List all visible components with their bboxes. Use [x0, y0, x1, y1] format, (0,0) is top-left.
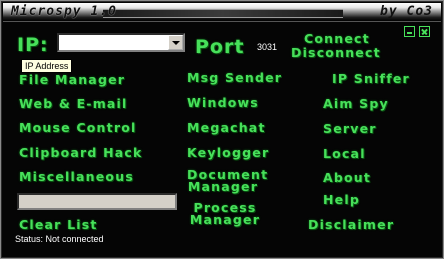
ip-sniffer-button[interactable]: IP Sniffer: [332, 72, 410, 85]
process-manager-line2: Manager: [189, 212, 261, 227]
text-input-box[interactable]: [17, 193, 177, 210]
port-value[interactable]: 3031: [257, 42, 277, 52]
server-button[interactable]: Server: [323, 122, 377, 135]
megachat-button[interactable]: Megachat: [187, 121, 266, 134]
app-title: Microspy 1.0: [11, 4, 117, 19]
ip-address-combobox[interactable]: [57, 33, 185, 52]
title-bar[interactable]: Microspy 1.0 by Co3: [3, 3, 441, 22]
clipboard-hack-button[interactable]: Clipboard Hack: [19, 146, 143, 159]
title-bar-stripe: [103, 9, 343, 18]
keylogger-button[interactable]: Keylogger: [187, 146, 269, 159]
status-text: Status: Not connected: [15, 234, 104, 244]
minimize-icon[interactable]: [404, 26, 415, 37]
port-label: Port: [195, 36, 245, 58]
help-button[interactable]: Help: [323, 193, 360, 206]
ip-address-tooltip: IP Address: [21, 59, 73, 73]
clear-list-button[interactable]: Clear List: [19, 218, 98, 231]
disclaimer-button[interactable]: Disclaimer: [308, 218, 394, 231]
about-button[interactable]: About: [323, 171, 371, 184]
document-manager-line2: Manager: [187, 179, 259, 194]
microspy-window: Microspy 1.0 by Co3 IP: IP Address Port …: [0, 0, 444, 259]
file-manager-button[interactable]: File Manager: [19, 73, 125, 86]
chevron-down-icon[interactable]: [168, 35, 183, 50]
disconnect-button[interactable]: Disconnect: [291, 46, 381, 59]
document-manager-button[interactable]: Document Manager: [187, 168, 267, 194]
web-email-button[interactable]: Web & E-mail: [19, 97, 128, 110]
close-icon[interactable]: [419, 26, 430, 37]
local-button[interactable]: Local: [323, 147, 366, 160]
ip-label: IP:: [17, 34, 49, 56]
mouse-control-button[interactable]: Mouse Control: [19, 121, 136, 134]
app-author: by Co3: [380, 4, 433, 19]
miscellaneous-button[interactable]: Miscellaneous: [19, 170, 134, 183]
windows-button[interactable]: Windows: [187, 96, 259, 109]
process-manager-button[interactable]: Process Manager: [189, 201, 261, 227]
connect-button[interactable]: Connect: [304, 32, 370, 45]
msg-sender-button[interactable]: Msg Sender: [187, 71, 282, 84]
aim-spy-button[interactable]: Aim Spy: [323, 97, 389, 110]
